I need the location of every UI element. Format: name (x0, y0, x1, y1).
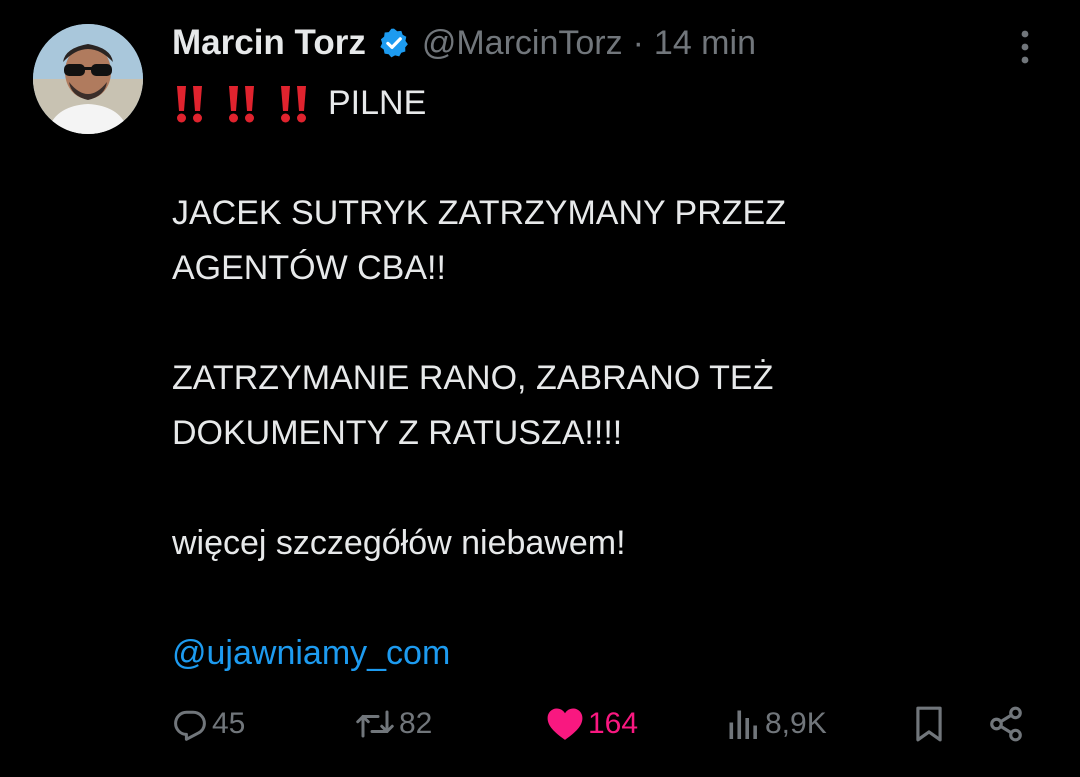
tweet-header: Marcin Torz @MarcinTorz · 14 min (172, 18, 756, 68)
tweet-text: PILNE JACEK SUTRYK ZATRZYMANY PRZEZ AGEN… (172, 76, 1032, 681)
author-handle[interactable]: @MarcinTorz (422, 24, 623, 63)
action-bar: 45 82 164 8,9K (0, 700, 1080, 748)
avatar[interactable] (33, 24, 143, 134)
tweet-line: DOKUMENTY Z RATUSZA!!!! (172, 414, 623, 452)
author-name[interactable]: Marcin Torz (172, 23, 366, 63)
repost-icon (356, 710, 394, 738)
tweet-line: JACEK SUTRYK ZATRZYMANY PRZEZ (172, 194, 786, 232)
views-count: 8,9K (765, 707, 827, 740)
repost-count: 82 (399, 707, 433, 740)
repost-button[interactable]: 82 (355, 700, 432, 748)
double-exclamation-icon (224, 84, 260, 124)
views-chart-icon (729, 710, 757, 739)
double-exclamation-icon (276, 84, 312, 124)
tweet[interactable]: Marcin Torz @MarcinTorz · 14 min PILNE J… (0, 0, 1080, 777)
tweet-line: AGENTÓW CBA!! (172, 249, 446, 287)
like-count: 164 (588, 707, 639, 740)
bookmark-button[interactable] (912, 700, 946, 748)
tweet-line: ZATRZYMANIE RANO, ZABRANO TEŻ (172, 359, 774, 397)
verified-badge-icon[interactable] (378, 27, 410, 59)
reply-button[interactable]: 45 (172, 700, 245, 748)
reply-count: 45 (212, 707, 246, 740)
timestamp[interactable]: 14 min (654, 24, 756, 63)
tweet-line: więcej szczegółów niebawem! (172, 524, 626, 562)
heart-icon (547, 708, 583, 740)
separator-dot: · (632, 23, 644, 62)
more-options-icon[interactable] (1008, 28, 1042, 66)
views-button[interactable]: 8,9K (725, 700, 827, 748)
tweet-line: PILNE (172, 76, 1032, 131)
tweet-line-pilne: PILNE (328, 84, 427, 122)
bookmark-icon (916, 706, 942, 742)
double-exclamation-icon (172, 84, 208, 124)
reply-icon (174, 710, 206, 741)
mention-link[interactable]: @ujawniamy_com (172, 626, 1032, 681)
share-icon (990, 706, 1022, 742)
share-button[interactable] (987, 700, 1025, 748)
like-button[interactable]: 164 (546, 700, 638, 748)
